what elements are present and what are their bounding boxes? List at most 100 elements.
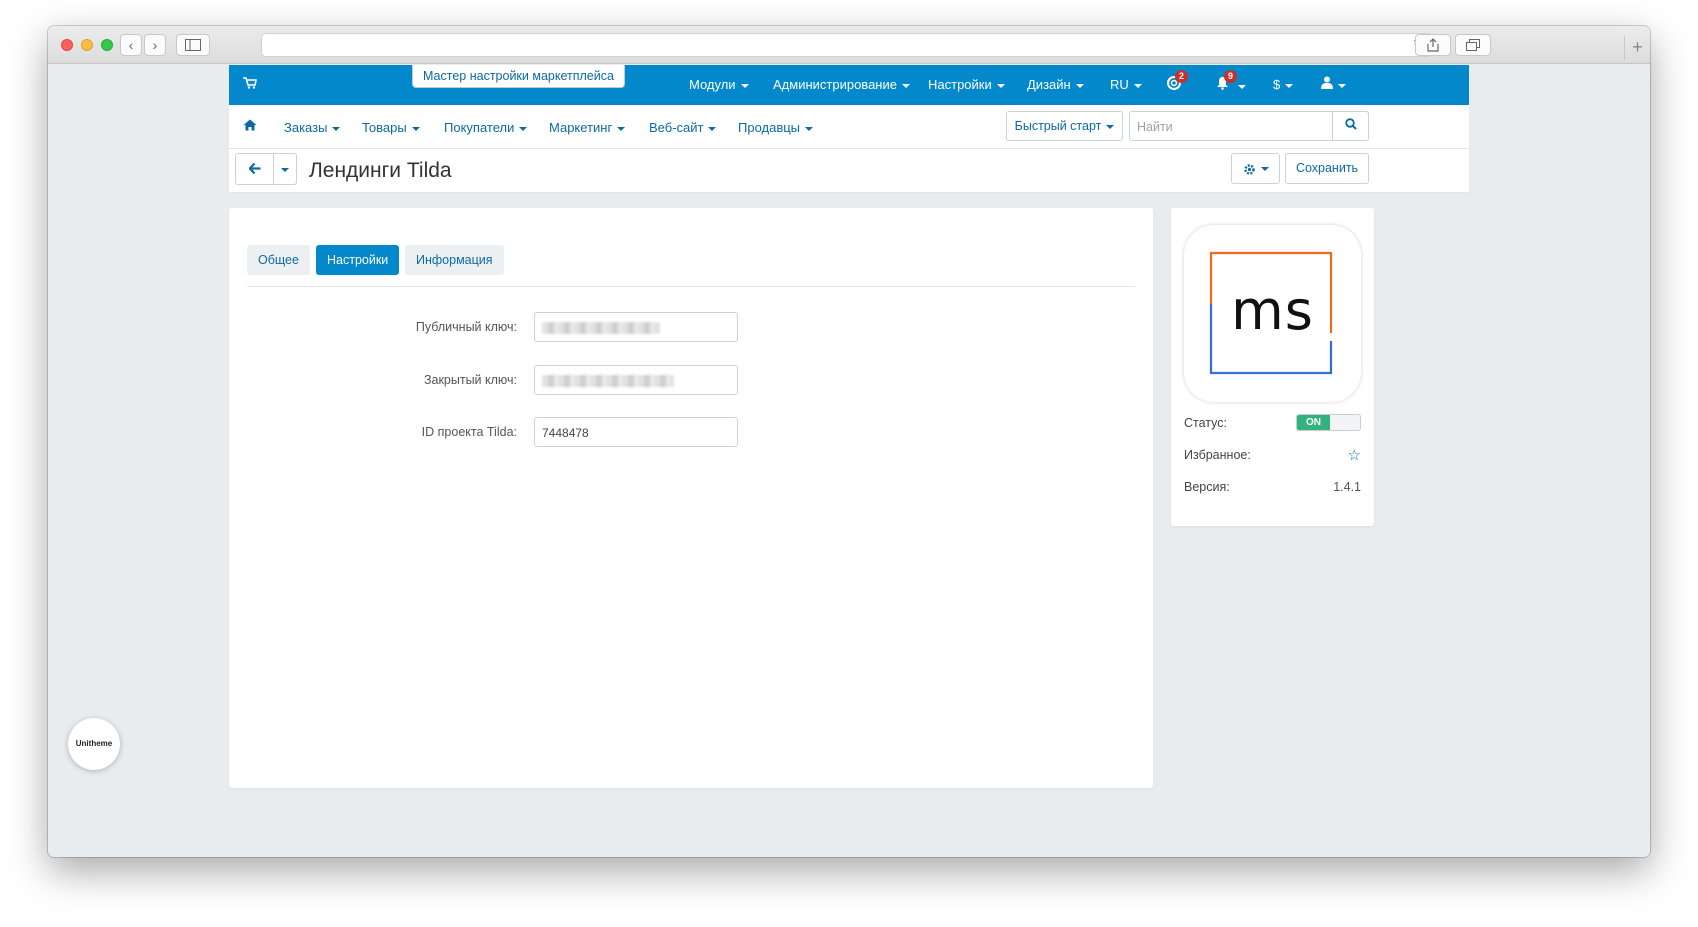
- currency-menu[interactable]: $: [1273, 77, 1294, 92]
- minimize-window-button[interactable]: [81, 39, 93, 51]
- top-navigation: Мастер настройки маркетплейса Модули Адм…: [229, 65, 1469, 105]
- addon-logo: ms: [1184, 225, 1361, 402]
- browser-titlebar: ‹ › ↻ +: [48, 26, 1650, 64]
- back-dropdown-button[interactable]: [273, 154, 296, 184]
- settings-card: Общее Настройки Информация Публичный клю…: [229, 208, 1153, 788]
- search-input[interactable]: Найти: [1129, 111, 1369, 141]
- menu-label: RU: [1110, 77, 1129, 92]
- caret-down-icon: [1260, 167, 1269, 172]
- back-button-group: [235, 153, 297, 185]
- star-icon[interactable]: ☆: [1348, 446, 1361, 464]
- unitheme-logo: Unitheme: [75, 739, 113, 748]
- nav-label: Заказы: [284, 120, 328, 135]
- notifications-menu[interactable]: 9: [1216, 70, 1246, 93]
- menu-modules[interactable]: Модули: [689, 77, 749, 92]
- share-button[interactable]: [1415, 34, 1451, 56]
- status-toggle[interactable]: ON: [1296, 414, 1361, 431]
- search-icon: [1344, 118, 1357, 130]
- project-id-value: 7448478: [542, 426, 589, 440]
- notifications-badge: 9: [1224, 70, 1237, 83]
- menu-label: Администрирование: [773, 77, 897, 92]
- version-label: Версия:: [1184, 480, 1230, 494]
- sidebar-toggle-button[interactable]: [176, 34, 210, 56]
- nav-orders[interactable]: Заказы: [284, 120, 341, 135]
- nav-website[interactable]: Веб-сайт: [649, 120, 717, 135]
- caret-down-icon: [996, 83, 1005, 88]
- secret-key-label: Закрытый ключ:: [423, 373, 517, 387]
- back-button[interactable]: [236, 154, 274, 184]
- forward-browser-button[interactable]: ›: [144, 34, 166, 56]
- back-browser-button[interactable]: ‹: [120, 34, 142, 56]
- marketplace-wizard-button[interactable]: Мастер настройки маркетплейса: [412, 65, 625, 88]
- caret-down-icon: [1338, 83, 1346, 88]
- tab-information[interactable]: Информация: [405, 245, 504, 275]
- menu-settings[interactable]: Настройки: [928, 77, 1005, 92]
- close-window-button[interactable]: [61, 39, 73, 51]
- search-placeholder: Найти: [1137, 120, 1173, 134]
- caret-down-icon: [332, 126, 341, 131]
- menu-administration[interactable]: Администрирование: [773, 77, 910, 92]
- public-key-field[interactable]: [534, 312, 738, 342]
- caret-down-icon: [805, 126, 814, 131]
- cart-icon[interactable]: [243, 77, 257, 92]
- tab-general[interactable]: Общее: [247, 245, 310, 275]
- nav-label: Маркетинг: [549, 120, 613, 135]
- home-icon[interactable]: [243, 118, 257, 134]
- settings-dropdown-button[interactable]: [1231, 153, 1280, 184]
- redacted-value: [542, 322, 660, 334]
- zoom-window-button[interactable]: [101, 39, 113, 51]
- currency-label: $: [1273, 77, 1281, 92]
- quick-start-button[interactable]: Быстрый старт: [1006, 111, 1123, 141]
- public-key-row: Публичный ключ:: [229, 312, 1153, 342]
- unitheme-widget-button[interactable]: Unitheme: [68, 718, 120, 770]
- addon-logo-text: ms: [1231, 279, 1314, 342]
- new-tab-button[interactable]: +: [1624, 36, 1650, 60]
- version-row: Версия: 1.4.1: [1184, 478, 1361, 498]
- caret-down-icon: [617, 126, 626, 131]
- status-row: Статус: ON: [1184, 414, 1361, 434]
- secret-key-field[interactable]: [534, 365, 738, 395]
- caret-down-icon: [1106, 124, 1115, 129]
- menu-label: Настройки: [928, 77, 992, 92]
- caret-down-icon: [1237, 84, 1246, 89]
- caret-down-icon: [519, 126, 528, 131]
- nav-vendors[interactable]: Продавцы: [738, 120, 814, 135]
- tabs-overview-button[interactable]: [1455, 34, 1491, 56]
- sidebar-icon: [185, 39, 201, 51]
- favorite-label: Избранное:: [1184, 448, 1251, 462]
- public-key-label: Публичный ключ:: [415, 320, 517, 334]
- status-label: Статус:: [1184, 416, 1227, 430]
- caret-down-icon: [901, 83, 910, 88]
- arrow-left-icon: [247, 162, 260, 175]
- nav-customers[interactable]: Покупатели: [444, 120, 528, 135]
- caret-down-icon: [411, 126, 420, 131]
- redacted-value: [542, 375, 674, 387]
- version-value: 1.4.1: [1333, 480, 1361, 494]
- caret-down-icon: [1285, 83, 1294, 88]
- page-title: Лендинги Tilda: [309, 159, 452, 182]
- menu-label: Дизайн: [1027, 77, 1071, 92]
- caret-down-icon: [708, 126, 717, 131]
- gear-icon: [1243, 164, 1255, 175]
- menu-language[interactable]: RU: [1110, 77, 1142, 92]
- nav-products[interactable]: Товары: [362, 120, 420, 135]
- support-menu[interactable]: 2: [1167, 70, 1188, 93]
- project-id-field[interactable]: 7448478: [534, 417, 738, 447]
- caret-down-icon: [1075, 83, 1084, 88]
- save-button[interactable]: Сохранить: [1285, 153, 1369, 184]
- search-button[interactable]: [1332, 112, 1368, 140]
- address-bar[interactable]: ↻: [261, 33, 1433, 57]
- browser-window: ‹ › ↻ + Мастер настройки маркетплейса Мо…: [48, 26, 1650, 857]
- favorite-row: Избранное: ☆: [1184, 446, 1361, 466]
- menu-label: Модули: [689, 77, 736, 92]
- user-menu[interactable]: [1321, 76, 1346, 92]
- secret-key-row: Закрытый ключ:: [229, 365, 1153, 395]
- tab-settings[interactable]: Настройки: [316, 245, 400, 275]
- share-icon: [1427, 38, 1439, 52]
- caret-down-icon: [740, 83, 749, 88]
- nav-marketing[interactable]: Маркетинг: [549, 120, 626, 135]
- addon-info-card: ms Статус: ON Избранное: ☆ Версия: 1.4.1: [1171, 208, 1374, 526]
- menu-design[interactable]: Дизайн: [1027, 77, 1084, 92]
- secondary-navigation: Заказы Товары Покупатели Маркетинг Веб-с…: [229, 105, 1469, 149]
- nav-label: Товары: [362, 120, 407, 135]
